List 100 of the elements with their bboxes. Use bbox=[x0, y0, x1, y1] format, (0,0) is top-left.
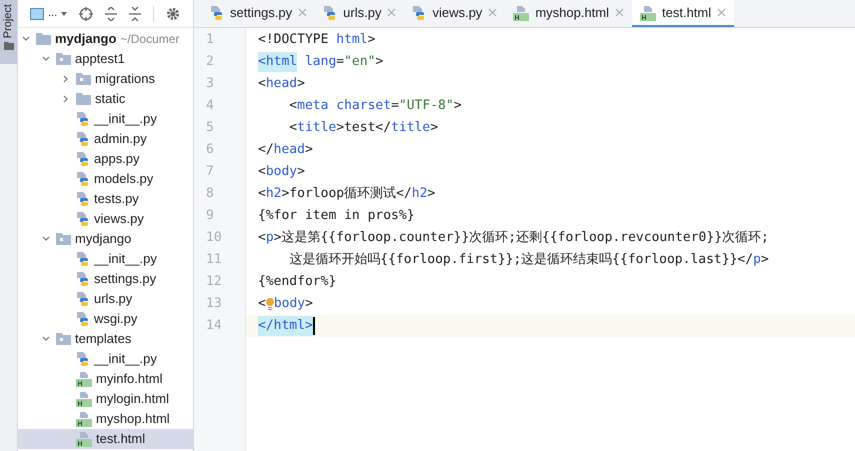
tree-item-label: admin.py bbox=[94, 130, 147, 148]
tree-item[interactable]: mydjango bbox=[18, 229, 193, 249]
tree-item[interactable]: urls.py bbox=[18, 289, 193, 309]
tree-item[interactable]: myshop.html bbox=[18, 409, 193, 429]
tree-item-label: mylogin.html bbox=[96, 390, 169, 408]
html-file-icon bbox=[640, 4, 656, 20]
line-number: 3 bbox=[206, 75, 214, 94]
python-file-icon bbox=[323, 4, 338, 20]
editor-tab[interactable]: settings.py bbox=[202, 0, 316, 27]
line-number: 5 bbox=[206, 119, 214, 138]
python-file-icon bbox=[76, 351, 90, 367]
tree-item-label: apptest1 bbox=[75, 50, 125, 68]
tree-item-label: mydjango bbox=[55, 30, 116, 48]
tree-item-label: test.html bbox=[96, 430, 146, 448]
tree-item[interactable]: wsgi.py bbox=[18, 309, 193, 329]
tree-item-label: myshop.html bbox=[96, 410, 170, 428]
code-line: < body> bbox=[257, 295, 314, 314]
tree-item[interactable]: apps.py bbox=[18, 149, 193, 169]
project-tool-tab[interactable]: Project bbox=[0, 0, 17, 64]
tree-item-label: myinfo.html bbox=[96, 370, 162, 388]
close-icon[interactable] bbox=[717, 8, 726, 17]
tree-item-label: urls.py bbox=[94, 290, 132, 308]
module-folder-icon bbox=[56, 53, 71, 65]
line-number: 2 bbox=[206, 53, 214, 72]
tree-item[interactable]: test.html bbox=[18, 429, 193, 449]
python-file-icon bbox=[76, 211, 90, 227]
tree-item-label: migrations bbox=[95, 70, 155, 88]
tree-item-label: __init__.py bbox=[94, 250, 157, 268]
code-line: </head> bbox=[257, 141, 314, 160]
python-file-icon bbox=[210, 4, 224, 20]
tree-item-label: templates bbox=[75, 330, 132, 348]
tree-item[interactable]: static bbox=[18, 89, 193, 109]
html-file-icon bbox=[76, 411, 92, 427]
html-file-icon bbox=[76, 371, 92, 387]
tree-item-label: __init__.py bbox=[94, 350, 157, 368]
lightbulb-icon[interactable] bbox=[266, 296, 274, 312]
line-number: 11 bbox=[206, 251, 222, 270]
tree-item[interactable]: mydjango ~/Documer bbox=[18, 29, 193, 49]
line-number: 13 bbox=[206, 295, 222, 314]
editor-tab[interactable]: views.py bbox=[404, 0, 506, 27]
folder-icon bbox=[76, 93, 91, 105]
code-line: <head> bbox=[257, 75, 306, 94]
line-number: 8 bbox=[206, 185, 214, 204]
tree-item[interactable]: __init__.py bbox=[18, 349, 193, 369]
tree-item[interactable]: settings.py bbox=[18, 269, 193, 289]
line-number: 4 bbox=[206, 97, 214, 116]
tree-item[interactable]: mylogin.html bbox=[18, 389, 193, 409]
tree-item[interactable]: myinfo.html bbox=[18, 369, 193, 389]
tree-item-label: views.py bbox=[94, 210, 144, 228]
python-file-icon bbox=[76, 271, 90, 287]
code-line: {%for item in pros%} bbox=[257, 207, 416, 226]
module-folder-icon bbox=[56, 333, 71, 345]
code-line: <p>这是第{{forloop.counter}}次循环;还剩{{forloop.revcounter0}}次循环; bbox=[257, 229, 770, 248]
expand-all-icon[interactable] bbox=[105, 6, 118, 20]
html-file-icon bbox=[76, 391, 92, 407]
folder-icon bbox=[4, 42, 14, 50]
python-file-icon bbox=[76, 311, 90, 327]
code-line: <title>test</title> bbox=[288, 119, 440, 138]
line-number: 6 bbox=[206, 141, 214, 160]
tree-item-label: apps.py bbox=[94, 150, 140, 168]
code-line: <!DOCTYPE html> bbox=[257, 31, 376, 50]
tree-item-label: mydjango bbox=[75, 230, 132, 248]
python-file-icon bbox=[412, 4, 426, 20]
line-number: 9 bbox=[206, 207, 214, 226]
tree-item[interactable]: tests.py bbox=[18, 189, 193, 209]
tree-item[interactable]: models.py bbox=[18, 169, 193, 189]
tree-item[interactable]: admin.py bbox=[18, 129, 193, 149]
html-file-icon bbox=[513, 4, 530, 20]
line-number: 12 bbox=[206, 273, 222, 292]
tree-item[interactable]: views.py bbox=[18, 209, 193, 229]
editor-tab[interactable]: test.html bbox=[632, 0, 734, 27]
window-icon bbox=[30, 8, 44, 20]
text-cursor bbox=[312, 317, 315, 335]
tree-item[interactable]: templates bbox=[18, 329, 193, 349]
folder-icon bbox=[36, 33, 51, 45]
tree-item[interactable]: migrations bbox=[18, 69, 193, 89]
tree-item-label: settings.py bbox=[94, 270, 156, 288]
code-line: 这是循环开始吗{{forloop.first}};这是循环结束吗{{forloop.last}}</p> bbox=[288, 251, 770, 270]
code-line: <body> bbox=[257, 163, 306, 182]
line-number: 1 bbox=[206, 31, 214, 50]
editor-tab[interactable]: urls.py bbox=[315, 0, 404, 27]
tree-item-label: wsgi.py bbox=[94, 310, 138, 328]
tree-item[interactable]: apptest1 bbox=[18, 49, 193, 69]
tree-item[interactable]: __init__.py bbox=[18, 109, 193, 129]
python-file-icon bbox=[76, 171, 90, 187]
python-file-icon bbox=[76, 291, 90, 307]
collapse-all-icon[interactable] bbox=[129, 6, 142, 20]
caret-icon bbox=[61, 12, 68, 16]
view-selector[interactable]: ... bbox=[30, 5, 68, 22]
python-file-icon bbox=[76, 251, 90, 267]
line-number: 14 bbox=[206, 317, 222, 336]
tree-item-label: tests.py bbox=[94, 190, 139, 208]
tree-item-label: models.py bbox=[94, 170, 154, 188]
locate-icon[interactable] bbox=[79, 6, 94, 20]
python-file-icon bbox=[76, 111, 90, 127]
tree-item-label: static bbox=[95, 90, 126, 108]
settings-icon[interactable] bbox=[166, 6, 180, 20]
code-line: <html lang="en"> bbox=[246, 51, 855, 73]
tree-item[interactable]: __init__.py bbox=[18, 249, 193, 269]
editor-tab[interactable]: myshop.html bbox=[505, 0, 632, 27]
